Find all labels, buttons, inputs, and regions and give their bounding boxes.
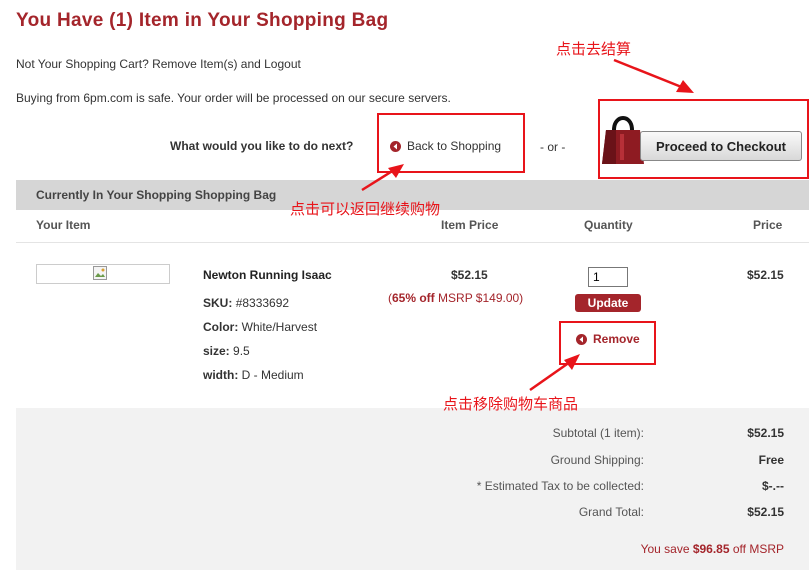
- bag-table-heading: Currently In Your Shopping Shopping Bag: [36, 188, 277, 202]
- grand-total-label: Grand Total:: [578, 505, 644, 519]
- col-item-price: Item Price: [441, 218, 499, 232]
- product-size: size: 9.5: [203, 344, 250, 358]
- product-sku: SKU: #8333692: [203, 296, 289, 310]
- secure-note: Buying from 6pm.com is safe. Your order …: [16, 91, 451, 105]
- msrp-value: MSRP $149.00): [434, 291, 524, 305]
- item-price: $52.15: [451, 268, 488, 282]
- row-divider: [16, 242, 809, 243]
- annotation-arrow-back: [361, 164, 404, 192]
- or-separator: - or -: [540, 140, 566, 154]
- chevron-left-icon: [390, 140, 401, 152]
- col-your-item: Your Item: [36, 218, 91, 232]
- subtotal-value: $52.15: [747, 426, 784, 440]
- back-to-shopping-label: Back to Shopping: [407, 139, 502, 153]
- remove-label: Remove: [593, 332, 640, 346]
- quantity-input[interactable]: [588, 267, 628, 287]
- annotation-arrow-remove: [529, 354, 580, 392]
- annotation-remove: 点击移除购物车商品: [443, 395, 579, 413]
- savings-prefix: You save: [640, 542, 693, 556]
- broken-image-icon: [93, 266, 107, 280]
- color-label: Color:: [203, 320, 239, 334]
- next-step-question: What would you like to do next?: [170, 139, 354, 153]
- savings-suffix: off MSRP: [729, 542, 784, 556]
- grand-total-value: $52.15: [747, 505, 784, 519]
- discount-note: (65% off MSRP $149.00): [388, 291, 523, 305]
- product-color: Color: White/Harvest: [203, 320, 317, 334]
- product-name-link[interactable]: Newton Running Isaac: [203, 268, 332, 282]
- remove-link[interactable]: Remove: [576, 332, 640, 346]
- subtotal-label: Subtotal (1 item):: [552, 426, 644, 440]
- width-label: width:: [203, 368, 239, 382]
- sku-label: SKU:: [203, 296, 233, 310]
- chevron-left-icon: [576, 333, 587, 345]
- annotation-back: 点击可以返回继续购物: [290, 200, 441, 218]
- sku-value: #8333692: [235, 296, 290, 310]
- width-value: D - Medium: [241, 368, 304, 382]
- col-price: Price: [753, 218, 783, 232]
- back-to-shopping-link[interactable]: Back to Shopping: [390, 139, 501, 153]
- tax-value: $-.--: [762, 479, 784, 493]
- savings-amount: $96.85: [692, 542, 730, 556]
- discount-percent: 65% off: [392, 291, 435, 305]
- update-button[interactable]: Update: [575, 294, 641, 312]
- color-value: White/Harvest: [241, 320, 318, 334]
- product-width: width: D - Medium: [203, 368, 304, 382]
- shipping-label: Ground Shipping:: [550, 453, 644, 467]
- line-price: $52.15: [747, 268, 784, 282]
- savings-note: You save $96.85 off MSRP: [500, 542, 784, 556]
- col-quantity: Quantity: [584, 218, 633, 232]
- size-label: size:: [203, 344, 230, 358]
- tax-label: * Estimated Tax to be collected:: [476, 479, 644, 493]
- not-your-cart-link[interactable]: Not Your Shopping Cart? Remove Item(s) a…: [16, 57, 301, 71]
- annotation-arrow-checkout: [613, 58, 694, 93]
- page-title: You Have (1) Item in Your Shopping Bag: [16, 10, 389, 31]
- shipping-value: Free: [758, 453, 784, 467]
- size-value: 9.5: [233, 344, 250, 358]
- proceed-to-checkout-button[interactable]: Proceed to Checkout: [640, 131, 802, 161]
